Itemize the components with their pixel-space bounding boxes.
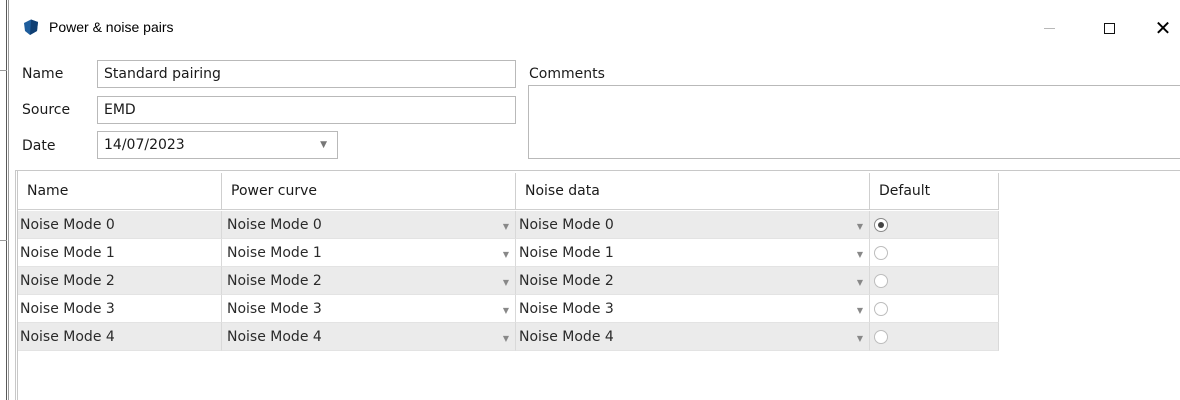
cell-noise-data[interactable]: Noise Mode 1 ▼ bbox=[516, 239, 870, 267]
cell-noise-data[interactable]: Noise Mode 2 ▼ bbox=[516, 267, 870, 295]
default-radio[interactable] bbox=[874, 245, 888, 260]
cell-power-curve[interactable]: Noise Mode 1 ▼ bbox=[222, 239, 516, 267]
table-row[interactable]: Noise Mode 3 Noise Mode 3 ▼ Noise Mode 3 ▼ bbox=[18, 295, 999, 323]
date-label: Date bbox=[22, 138, 56, 154]
column-header-power-curve[interactable]: Power curve bbox=[222, 173, 516, 210]
name-field[interactable]: Standard pairing bbox=[97, 60, 516, 88]
column-header-default[interactable]: Default bbox=[870, 173, 999, 210]
title-bar: Power & noise pairs ✕ bbox=[9, 0, 1180, 56]
maximize-icon bbox=[1103, 22, 1115, 34]
cell-power-curve[interactable]: Noise Mode 4 ▼ bbox=[222, 323, 516, 351]
window-edge bbox=[6, 0, 7, 400]
cell-noise-data[interactable]: Noise Mode 3 ▼ bbox=[516, 295, 870, 323]
chevron-down-icon[interactable]: ▼ bbox=[503, 222, 509, 231]
close-button[interactable]: ✕ bbox=[1143, 10, 1180, 46]
edge-tick bbox=[0, 240, 7, 241]
date-value: 14/07/2023 bbox=[104, 137, 185, 153]
cell-noise-data[interactable]: Noise Mode 0 ▼ bbox=[516, 211, 870, 239]
column-header-label: Name bbox=[27, 183, 69, 199]
cell-default bbox=[870, 323, 999, 351]
chevron-down-icon[interactable]: ▼ bbox=[503, 278, 509, 287]
window-edge-inner bbox=[8, 0, 9, 400]
chevron-down-icon[interactable]: ▼ bbox=[503, 334, 509, 343]
cell-power-curve[interactable]: Noise Mode 2 ▼ bbox=[222, 267, 516, 295]
cell-power-curve-value: Noise Mode 3 bbox=[227, 300, 322, 317]
window-title: Power & noise pairs bbox=[49, 19, 174, 35]
default-radio[interactable] bbox=[874, 301, 888, 316]
cell-power-curve-value: Noise Mode 2 bbox=[227, 272, 322, 289]
default-radio[interactable] bbox=[874, 273, 888, 288]
maximize-button[interactable] bbox=[1089, 10, 1129, 46]
default-radio[interactable] bbox=[874, 329, 888, 344]
cell-noise-data-value: Noise Mode 1 bbox=[519, 244, 614, 261]
cell-name[interactable]: Noise Mode 1 bbox=[18, 239, 222, 267]
table-row[interactable]: Noise Mode 0 Noise Mode 0 ▼ Noise Mode 0 ▼ bbox=[18, 211, 999, 239]
cell-power-curve-value: Noise Mode 1 bbox=[227, 244, 322, 261]
cell-name[interactable]: Noise Mode 0 bbox=[18, 211, 222, 239]
cell-noise-data[interactable]: Noise Mode 4 ▼ bbox=[516, 323, 870, 351]
date-picker[interactable]: 14/07/2023 ▼ bbox=[97, 131, 338, 159]
chevron-down-icon[interactable]: ▼ bbox=[503, 306, 509, 315]
chevron-down-icon[interactable]: ▼ bbox=[503, 250, 509, 259]
column-header-label: Noise data bbox=[525, 183, 600, 199]
cell-power-curve-value: Noise Mode 0 bbox=[227, 216, 322, 233]
chevron-down-icon[interactable]: ▼ bbox=[857, 222, 863, 231]
table-row[interactable]: Noise Mode 4 Noise Mode 4 ▼ Noise Mode 4 ▼ bbox=[18, 323, 999, 351]
cell-name[interactable]: Noise Mode 4 bbox=[18, 323, 222, 351]
cell-name[interactable]: Noise Mode 3 bbox=[18, 295, 222, 323]
edge-tick bbox=[0, 70, 7, 71]
column-header-label: Default bbox=[879, 183, 931, 199]
column-header-name[interactable]: Name bbox=[18, 173, 222, 210]
source-value: EMD bbox=[104, 102, 136, 118]
comments-label: Comments bbox=[529, 66, 605, 82]
cell-noise-data-value: Noise Mode 3 bbox=[519, 300, 614, 317]
default-radio[interactable] bbox=[874, 217, 888, 232]
cell-noise-data-value: Noise Mode 4 bbox=[519, 328, 614, 345]
chevron-down-icon[interactable]: ▼ bbox=[857, 250, 863, 259]
minimize-icon bbox=[1043, 27, 1055, 29]
cell-noise-data-value: Noise Mode 0 bbox=[519, 216, 614, 233]
cell-power-curve[interactable]: Noise Mode 3 ▼ bbox=[222, 295, 516, 323]
grid-border bbox=[15, 170, 16, 400]
cell-name[interactable]: Noise Mode 2 bbox=[18, 267, 222, 295]
cell-default bbox=[870, 267, 999, 295]
column-header-label: Power curve bbox=[231, 183, 318, 199]
cell-default bbox=[870, 295, 999, 323]
name-value: Standard pairing bbox=[104, 66, 221, 82]
cell-default bbox=[870, 211, 999, 239]
table-row[interactable]: Noise Mode 2 Noise Mode 2 ▼ Noise Mode 2 ▼ bbox=[18, 267, 999, 295]
name-label: Name bbox=[22, 66, 64, 82]
chevron-down-icon[interactable]: ▼ bbox=[320, 140, 327, 150]
source-label: Source bbox=[22, 102, 71, 118]
app-shield-icon bbox=[24, 19, 38, 35]
column-header-noise-data[interactable]: Noise data bbox=[516, 173, 870, 210]
close-icon: ✕ bbox=[1154, 16, 1172, 40]
cell-power-curve-value: Noise Mode 4 bbox=[227, 328, 322, 345]
grid-border bbox=[15, 170, 1180, 171]
table-row[interactable]: Noise Mode 1 Noise Mode 1 ▼ Noise Mode 1 ▼ bbox=[18, 239, 999, 267]
cell-power-curve[interactable]: Noise Mode 0 ▼ bbox=[222, 211, 516, 239]
chevron-down-icon[interactable]: ▼ bbox=[857, 334, 863, 343]
chevron-down-icon[interactable]: ▼ bbox=[857, 278, 863, 287]
chevron-down-icon[interactable]: ▼ bbox=[857, 306, 863, 315]
cell-noise-data-value: Noise Mode 2 bbox=[519, 272, 614, 289]
cell-default bbox=[870, 239, 999, 267]
source-field[interactable]: EMD bbox=[97, 96, 516, 124]
comments-field[interactable] bbox=[528, 85, 1180, 159]
minimize-button[interactable] bbox=[1029, 10, 1069, 46]
